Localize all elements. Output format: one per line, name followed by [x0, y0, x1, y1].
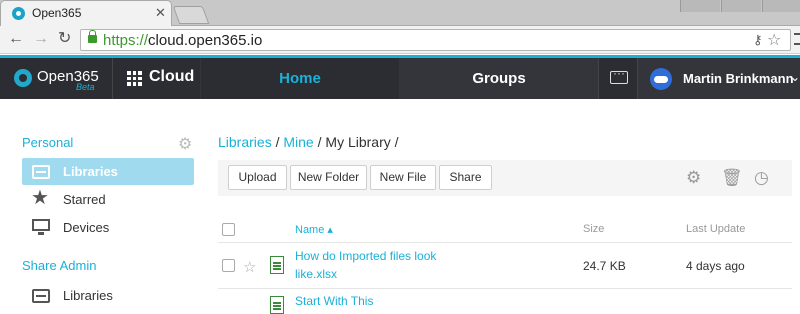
sidebar-item-label: Libraries — [63, 164, 118, 179]
gear-icon[interactable]: ⚙ — [178, 134, 192, 154]
sidebar-item-label: Libraries — [63, 288, 113, 303]
library-icon — [32, 289, 50, 303]
open365-logo[interactable]: Open365 Beta — [0, 58, 112, 99]
library-toolbar: Upload New Folder New File Share ⚙ 🗑 ◷ — [218, 160, 792, 196]
file-icon — [270, 296, 284, 314]
star-outline-icon[interactable]: ☆ — [243, 258, 256, 276]
breadcrumb-current: My Library — [325, 134, 391, 150]
url-host: cloud.open365.io — [148, 32, 263, 49]
nav-groups[interactable]: Groups — [400, 58, 598, 99]
star-icon: ★ — [31, 187, 49, 209]
cloud-label: Cloud — [149, 68, 195, 85]
share-admin-heading: Share Admin — [22, 258, 97, 273]
breadcrumb: Libraries / Mine / My Library / — [218, 134, 399, 150]
upload-button[interactable]: Upload — [228, 165, 287, 190]
new-tab-button[interactable] — [172, 6, 210, 24]
chrome-menu-icon[interactable] — [794, 33, 800, 45]
nav-home[interactable]: Home — [201, 58, 399, 99]
sidebar-item-libraries[interactable]: Libraries — [22, 158, 194, 185]
chevron-down-icon[interactable]: ⌄ — [790, 70, 800, 84]
open365-favicon-icon — [12, 7, 25, 20]
file-name-line1[interactable]: Start With This — [295, 293, 373, 310]
sidebar-item-label: Devices — [63, 220, 110, 235]
open365-logo-icon — [14, 69, 32, 87]
bookmark-star-icon[interactable]: ☆ — [767, 30, 781, 50]
select-all-checkbox[interactable] — [222, 223, 235, 236]
trash-icon[interactable]: 🗑 — [721, 168, 743, 188]
apps-grid-icon — [127, 71, 142, 86]
history-icon[interactable]: ◷ — [754, 168, 769, 188]
breadcrumb-separator: / — [275, 134, 280, 150]
share-button[interactable]: Share — [439, 165, 492, 190]
file-name-line2[interactable]: like.xlsx — [295, 266, 337, 283]
close-tab-icon[interactable]: ✕ — [155, 5, 166, 21]
library-icon — [32, 165, 50, 179]
browser-tab[interactable]: Open365 ✕ — [0, 0, 172, 26]
key-icon[interactable]: ⚷ — [753, 32, 763, 48]
messages-button[interactable] — [598, 58, 638, 99]
monitor-icon — [32, 219, 50, 235]
sidebar-item-devices[interactable]: Devices — [22, 214, 194, 241]
browser-toolbar: ← → ↻ https://cloud.open365.io ⚷ ☆ — [0, 26, 800, 54]
sidebar-item-starred[interactable]: ★ Starred — [22, 186, 194, 213]
lock-icon — [88, 30, 97, 43]
breadcrumb-separator: / — [317, 134, 322, 150]
url-scheme: https:// — [103, 32, 149, 49]
personal-heading: Personal — [22, 135, 74, 150]
reload-icon[interactable]: ↻ — [58, 30, 71, 48]
row-checkbox[interactable] — [222, 259, 235, 272]
chat-icon — [610, 66, 628, 84]
column-header-size[interactable]: Size — [583, 223, 604, 235]
breadcrumb-mine[interactable]: Mine — [283, 134, 313, 150]
column-header-name[interactable]: Name ▴ — [295, 223, 333, 236]
maximize-window-button[interactable] — [721, 0, 761, 12]
settings-icon[interactable]: ⚙ — [686, 168, 701, 188]
file-size: 24.7 KB — [583, 259, 626, 273]
url-text[interactable]: https://cloud.open365.io — [103, 32, 262, 49]
sidebar-item-share-admin-libraries[interactable]: Libraries — [22, 282, 194, 309]
nav-home-label: Home — [279, 70, 321, 87]
back-icon[interactable]: ← — [8, 30, 24, 48]
minimize-window-button[interactable] — [680, 0, 720, 12]
tab-title: Open365 — [32, 6, 82, 20]
divider — [218, 288, 792, 289]
divider — [218, 242, 792, 243]
column-header-last-update[interactable]: Last Update — [686, 223, 745, 235]
breadcrumb-separator: / — [394, 134, 399, 150]
new-folder-button[interactable]: New Folder — [290, 165, 367, 190]
cloud-apps-button[interactable]: Cloud — [112, 58, 200, 99]
file-name-line1[interactable]: How do Imported files look — [295, 248, 436, 265]
close-window-button[interactable] — [762, 0, 800, 12]
user-name[interactable]: Martin Brinkmann — [683, 71, 794, 86]
nav-groups-label: Groups — [472, 70, 526, 87]
file-last-update: 4 days ago — [686, 259, 745, 273]
new-file-button[interactable]: New File — [370, 165, 436, 190]
sidebar-item-label: Starred — [63, 192, 106, 207]
forward-icon[interactable]: → — [33, 30, 49, 48]
address-bar[interactable]: https://cloud.open365.io ⚷ ☆ — [80, 29, 791, 51]
app-header: Open365 Beta Cloud Home Groups Martin Br… — [0, 55, 800, 99]
breadcrumb-libraries[interactable]: Libraries — [218, 134, 272, 150]
avatar[interactable] — [650, 68, 672, 90]
spreadsheet-file-icon — [270, 256, 284, 274]
beta-badge: Beta — [76, 82, 95, 92]
browser-tab-strip: Open365 ✕ — [0, 0, 800, 26]
